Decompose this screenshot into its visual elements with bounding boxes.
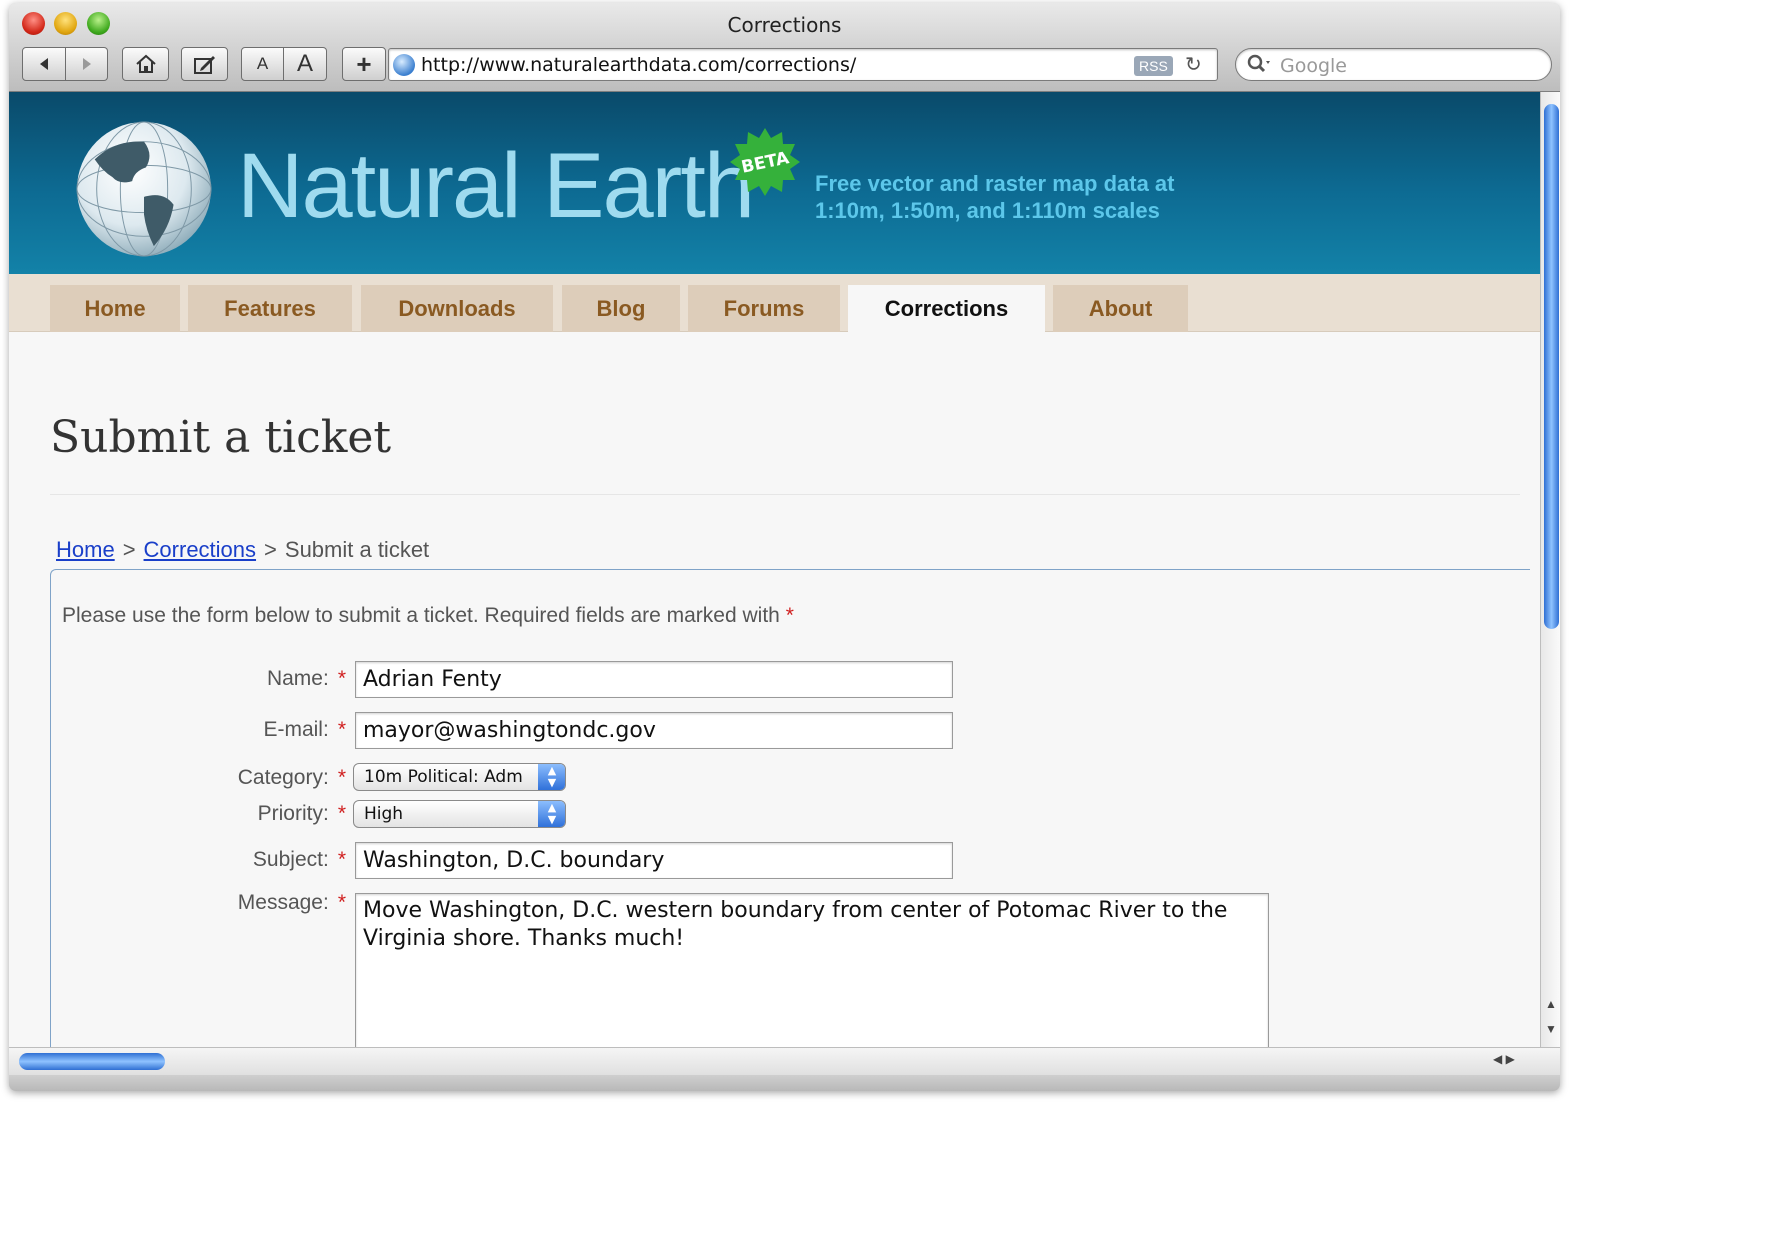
- vertical-scrollbar[interactable]: ▲ ▼: [1540, 92, 1560, 1047]
- back-arrow-icon: [40, 58, 48, 70]
- select-arrows-icon: ▲ ▼: [538, 764, 565, 790]
- required-marker: *: [337, 848, 346, 871]
- site-tagline: Free vector and raster map data at 1:10m…: [815, 170, 1174, 224]
- message-textarea[interactable]: Move Washington, D.C. western boundary f…: [355, 893, 1269, 1047]
- category-select-value: 10m Political: Adm: [364, 767, 523, 787]
- form-intro-text: Please use the form below to submit a ti…: [62, 604, 794, 628]
- edit-button[interactable]: [181, 47, 228, 81]
- nav-tab-home[interactable]: Home: [50, 285, 180, 332]
- home-button[interactable]: [122, 47, 169, 81]
- text-smaller-button[interactable]: A: [241, 47, 284, 81]
- nav-tab-forums[interactable]: Forums: [688, 285, 840, 332]
- required-marker: *: [337, 802, 346, 825]
- scroll-down-arrow-icon[interactable]: ▼: [1545, 1022, 1557, 1036]
- reload-icon[interactable]: ↻: [1185, 52, 1202, 77]
- search-field[interactable]: Google: [1235, 48, 1552, 81]
- main-nav: Home Features Downloads Blog Forums Corr…: [9, 274, 1540, 333]
- add-bookmark-button[interactable]: +: [342, 47, 386, 81]
- subject-field[interactable]: Washington, D.C. boundary: [355, 842, 953, 879]
- rss-button[interactable]: RSS: [1134, 56, 1173, 76]
- email-field[interactable]: mayor@washingtondc.gov: [355, 712, 953, 749]
- title-divider: [50, 494, 1520, 495]
- email-label-text: E-mail:: [263, 718, 329, 741]
- category-select[interactable]: 10m Political: Adm ▲ ▼: [353, 763, 566, 791]
- priority-label: Priority: *: [56, 802, 346, 826]
- category-label: Category: *: [56, 766, 346, 790]
- home-icon: [135, 54, 156, 73]
- category-label-text: Category:: [237, 766, 329, 789]
- select-arrows-icon: ▲ ▼: [538, 801, 565, 827]
- globe-logo-icon[interactable]: [75, 120, 213, 258]
- name-field[interactable]: Adrian Fenty: [355, 661, 953, 698]
- horizontal-scroll-thumb[interactable]: [19, 1053, 165, 1070]
- breadcrumb-corrections-link[interactable]: Corrections: [144, 537, 256, 562]
- required-marker: *: [337, 766, 346, 789]
- breadcrumb: Home > Corrections > Submit a ticket: [56, 537, 429, 563]
- tagline-line-2: 1:10m, 1:50m, and 1:110m scales: [815, 198, 1160, 223]
- window-title: Corrections: [727, 13, 842, 37]
- search-icon[interactable]: [1246, 53, 1274, 75]
- beta-badge: BETA: [730, 128, 800, 196]
- form-intro-message: Please use the form below to submit a ti…: [62, 604, 780, 627]
- breadcrumb-current: Submit a ticket: [284, 537, 430, 562]
- vertical-scroll-thumb[interactable]: [1544, 104, 1559, 629]
- name-label-text: Name:: [266, 667, 329, 690]
- priority-label-text: Priority:: [257, 802, 329, 825]
- address-bar[interactable]: http://www.naturalearthdata.com/correcti…: [388, 48, 1218, 81]
- breadcrumb-home-link[interactable]: Home: [56, 537, 115, 562]
- required-marker: *: [785, 604, 794, 627]
- breadcrumb-separator: >: [122, 537, 136, 562]
- required-marker: *: [337, 891, 346, 914]
- message-line-1: Move Washington, D.C. western boundary f…: [363, 898, 1228, 923]
- search-placeholder: Google: [1280, 55, 1348, 77]
- nav-tab-downloads[interactable]: Downloads: [361, 285, 553, 332]
- email-label: E-mail: *: [56, 718, 346, 742]
- site-header-banner: Natural Earth BETA Free vector and raste…: [9, 92, 1540, 274]
- url-text[interactable]: http://www.naturalearthdata.com/correcti…: [421, 54, 856, 76]
- tagline-line-1: Free vector and raster map data at: [815, 171, 1175, 196]
- site-globe-icon: [393, 54, 415, 76]
- text-larger-button[interactable]: A: [284, 47, 327, 81]
- scroll-up-arrow-icon[interactable]: ▲: [1545, 997, 1557, 1011]
- nav-tab-about[interactable]: About: [1053, 285, 1188, 332]
- priority-select-value: High: [364, 804, 404, 824]
- site-logo-text[interactable]: Natural Earth: [237, 134, 755, 239]
- required-marker: *: [337, 718, 346, 741]
- nav-tab-corrections[interactable]: Corrections: [848, 285, 1045, 333]
- message-label: Message: *: [56, 891, 346, 915]
- page-viewport: Natural Earth BETA Free vector and raste…: [9, 92, 1540, 1047]
- browser-window: Corrections A A + http://www.naturaleart…: [9, 3, 1560, 1091]
- nav-tab-features[interactable]: Features: [188, 285, 352, 332]
- name-label: Name: *: [56, 667, 346, 691]
- subject-label-text: Subject:: [252, 848, 329, 871]
- page-title: Submit a ticket: [50, 412, 392, 463]
- horizontal-scrollbar[interactable]: ◀ ▶: [9, 1047, 1560, 1075]
- priority-select[interactable]: High ▲ ▼: [353, 800, 566, 828]
- status-bar: [9, 1075, 1560, 1091]
- forward-arrow-icon: [82, 58, 91, 70]
- forward-button[interactable]: [66, 47, 108, 81]
- horizontal-scroll-arrows-icon[interactable]: ◀ ▶: [1493, 1052, 1515, 1066]
- breadcrumb-separator: >: [264, 537, 277, 562]
- nav-tab-blog[interactable]: Blog: [562, 285, 680, 332]
- message-label-text: Message:: [237, 891, 329, 914]
- message-line-2: Virginia shore. Thanks much!: [363, 926, 685, 951]
- subject-label: Subject: *: [56, 848, 346, 872]
- edit-icon: [193, 56, 215, 74]
- required-marker: *: [337, 667, 346, 690]
- browser-toolbar: Corrections A A + http://www.naturaleart…: [9, 3, 1560, 92]
- back-button[interactable]: [22, 47, 66, 81]
